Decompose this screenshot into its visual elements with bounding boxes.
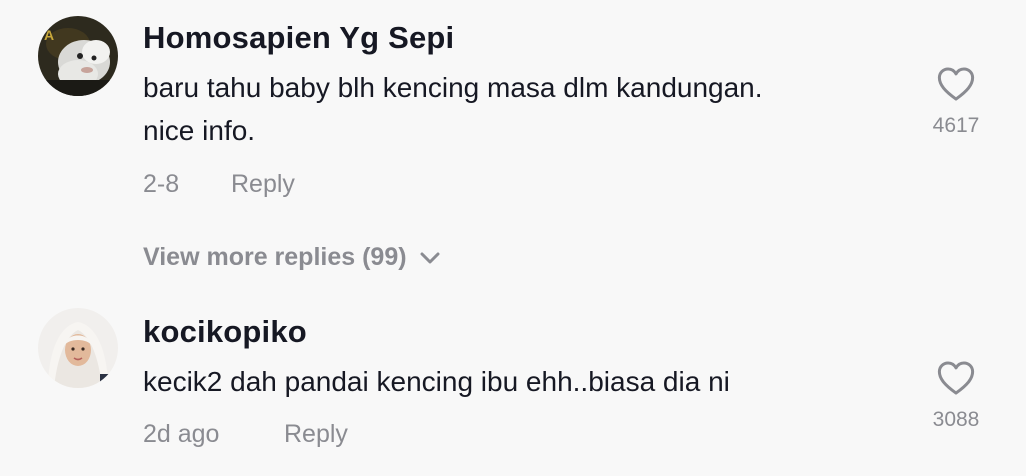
cat-avatar-icon: A [38, 16, 118, 96]
comment-username[interactable]: Homosapien Yg Sepi [143, 20, 454, 56]
heart-icon[interactable] [937, 66, 975, 102]
hijab-woman-avatar-icon [38, 308, 118, 388]
like-control: 4617 [916, 66, 996, 138]
view-more-replies-label: View more replies (99) [143, 243, 407, 271]
view-more-replies-button[interactable]: View more replies (99) [143, 243, 441, 272]
svg-text:A: A [44, 27, 54, 43]
comment-item: A Homosapien Yg Sepi baru tahu baby blh … [0, 0, 1026, 236]
comment-meta: 2-8 Reply [143, 170, 295, 199]
heart-icon[interactable] [937, 360, 975, 396]
avatar[interactable]: A [38, 16, 118, 96]
comment-text: baru tahu baby blh kencing masa dlm kand… [143, 66, 903, 152]
comment-item: kocikopiko kecik2 dah pandai kencing ibu… [0, 300, 1026, 476]
comment-date: 2d ago [143, 420, 220, 448]
comment-meta: 2d ago Reply [143, 420, 348, 449]
like-count: 4617 [932, 114, 980, 137]
comment-date: 2-8 [143, 170, 180, 198]
comment-thread: A Homosapien Yg Sepi baru tahu baby blh … [0, 0, 1026, 476]
comment-text: kecik2 dah pandai kencing ibu ehh..biasa… [143, 360, 903, 403]
chevron-down-icon [420, 252, 440, 263]
reply-button[interactable]: Reply [231, 170, 295, 199]
comment-text-line: kecik2 dah pandai kencing ibu ehh..biasa… [143, 366, 730, 397]
reply-button[interactable]: Reply [284, 420, 348, 449]
like-count: 3088 [932, 408, 980, 431]
avatar[interactable] [38, 308, 118, 388]
comment-text-line: nice info. [143, 115, 256, 146]
like-control: 3088 [916, 360, 996, 432]
comment-text-line: baru tahu baby blh kencing masa dlm kand… [143, 72, 763, 103]
comment-username[interactable]: kocikopiko [143, 314, 307, 350]
